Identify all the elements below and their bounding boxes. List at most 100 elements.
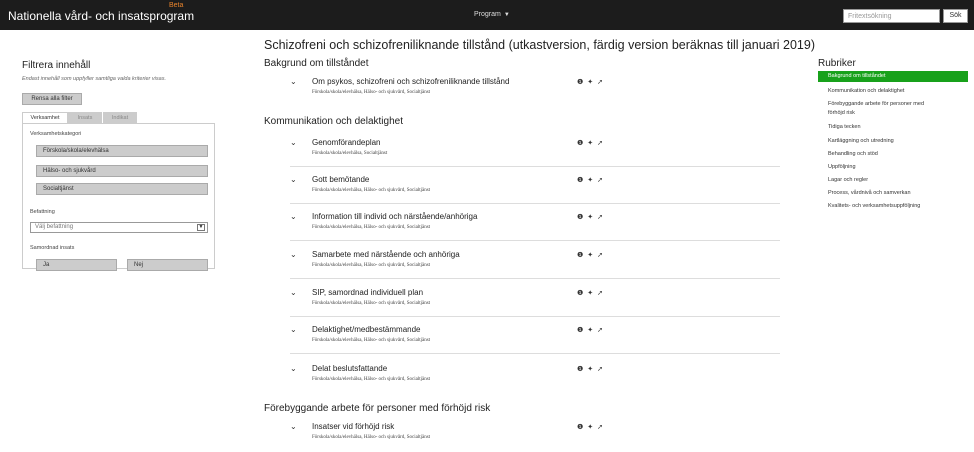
content-item[interactable]: ⌄ Gott bemötande Förskola/skola/elevhäls… — [290, 175, 790, 205]
chevron-down-icon[interactable]: ⌄ — [290, 250, 297, 259]
category-label: Verksamhetskategori — [30, 131, 82, 137]
item-title[interactable]: Gott bemötande — [312, 175, 369, 184]
pin-icon[interactable]: ✦ — [587, 327, 594, 334]
content-item[interactable]: ⌄ Om psykos, schizofreni och schizofreni… — [290, 77, 790, 107]
chevron-down-icon[interactable]: ⌄ — [290, 212, 297, 221]
pin-icon[interactable]: ✦ — [587, 424, 594, 431]
pin-icon[interactable]: ✦ — [587, 140, 594, 147]
share-icon[interactable]: ➚ — [597, 79, 604, 86]
pin-icon[interactable]: ✦ — [587, 290, 594, 297]
item-subtitle: Förskola/skola/elevhälsa, Hälso- och sju… — [312, 90, 431, 95]
info-icon[interactable]: ❶ — [577, 290, 584, 297]
role-select[interactable]: Välj befattning ▼ — [30, 222, 208, 233]
caret-down-icon: ▼ — [503, 12, 510, 18]
content-item[interactable]: ⌄ Information till individ och närståend… — [290, 212, 790, 242]
info-icon[interactable]: ❶ — [577, 214, 584, 221]
filter-title: Filtrera innehåll — [22, 60, 91, 71]
divider — [290, 353, 780, 354]
share-icon[interactable]: ➚ — [597, 424, 604, 431]
program-menu[interactable]: Program ▼ — [474, 11, 510, 18]
site-brand[interactable]: Nationella vård- och insatsprogram — [8, 9, 194, 23]
item-title[interactable]: Genomförandeplan — [312, 138, 381, 147]
item-actions: ❶ ✦ ➚ — [577, 423, 604, 431]
info-icon[interactable]: ❶ — [577, 366, 584, 373]
chevron-down-icon[interactable]: ⌄ — [290, 364, 297, 373]
filter-category-button[interactable]: Förskola/skola/elevhälsa — [36, 145, 208, 157]
rubrik-link[interactable]: Uppföljning — [828, 164, 856, 170]
info-icon[interactable]: ❶ — [577, 79, 584, 86]
chevron-down-icon[interactable]: ⌄ — [290, 325, 297, 334]
rubrik-link[interactable]: Tidiga tecken — [828, 124, 861, 130]
chevron-down-icon[interactable]: ⌄ — [290, 288, 297, 297]
info-icon[interactable]: ❶ — [577, 252, 584, 259]
filter-category-button[interactable]: Socialtjänst — [36, 183, 208, 195]
search-button[interactable]: Sök — [943, 9, 968, 23]
role-label: Befattning — [30, 209, 55, 215]
content-item[interactable]: ⌄ Samarbete med närstående och anhöriga … — [290, 250, 790, 280]
content-item[interactable]: ⌄ SIP, samordnad individuell plan Försko… — [290, 288, 790, 318]
chevron-down-icon[interactable]: ⌄ — [290, 138, 297, 147]
filter-category-button[interactable]: Hälso- och sjukvård — [36, 165, 208, 177]
info-icon[interactable]: ❶ — [577, 424, 584, 431]
item-actions: ❶ ✦ ➚ — [577, 251, 604, 259]
pin-icon[interactable]: ✦ — [587, 177, 594, 184]
info-icon[interactable]: ❶ — [577, 177, 584, 184]
share-icon[interactable]: ➚ — [597, 140, 604, 147]
item-actions: ❶ ✦ ➚ — [577, 213, 604, 221]
share-icon[interactable]: ➚ — [597, 290, 604, 297]
pin-icon[interactable]: ✦ — [587, 252, 594, 259]
rubrik-link[interactable]: Behandling och stöd — [828, 151, 878, 157]
role-select-value: Välj befattning — [35, 224, 74, 230]
rubriker-title: Rubriker — [818, 58, 856, 69]
share-icon[interactable]: ➚ — [597, 327, 604, 334]
item-title[interactable]: Information till individ och närstående/… — [312, 212, 477, 221]
share-icon[interactable]: ➚ — [597, 252, 604, 259]
item-subtitle: Förskola/skola/elevhälsa, Socialtjänst — [312, 151, 388, 156]
section-heading: Förebyggande arbete för personer med för… — [264, 403, 491, 414]
chevron-down-icon[interactable]: ⌄ — [290, 422, 297, 431]
top-navbar: Nationella vård- och insatsprogram Beta … — [0, 0, 974, 30]
chevron-down-icon[interactable]: ⌄ — [290, 77, 297, 86]
pin-icon[interactable]: ✦ — [587, 214, 594, 221]
item-title[interactable]: Delaktighet/medbestämmande — [312, 325, 421, 334]
share-icon[interactable]: ➚ — [597, 214, 604, 221]
program-menu-label: Program — [474, 11, 501, 18]
section-heading: Bakgrund om tillståndet — [264, 58, 369, 69]
reset-filters-button[interactable]: Rensa alla filter — [22, 93, 82, 105]
coord-no-button[interactable]: Nej — [127, 259, 208, 271]
rubrik-link[interactable]: Förebyggande arbete för personer med — [828, 101, 924, 107]
rubrik-link[interactable]: Kvalitets- och verksamhetsuppföljning — [828, 203, 920, 209]
info-icon[interactable]: ❶ — [577, 327, 584, 334]
coord-yes-button[interactable]: Ja — [36, 259, 117, 271]
item-title[interactable]: Delat beslutsfattande — [312, 364, 387, 373]
pin-icon[interactable]: ✦ — [587, 366, 594, 373]
info-icon[interactable]: ❶ — [577, 140, 584, 147]
content-item[interactable]: ⌄ Delat beslutsfattande Förskola/skola/e… — [290, 364, 790, 394]
rubrik-link[interactable]: Kartläggning och utredning — [828, 138, 894, 144]
item-subtitle: Förskola/skola/elevhälsa, Hälso- och sju… — [312, 188, 431, 193]
item-actions: ❶ ✦ ➚ — [577, 289, 604, 297]
rubrik-link[interactable]: Process, vårdnivå och samverkan — [828, 190, 911, 196]
rubrik-link[interactable]: Kommunikation och delaktighet — [828, 88, 904, 94]
item-subtitle: Förskola/skola/elevhälsa, Hälso- och sju… — [312, 301, 431, 306]
chevron-down-icon[interactable]: ⌄ — [290, 175, 297, 184]
item-actions: ❶ ✦ ➚ — [577, 139, 604, 147]
rubrik-link[interactable]: förhöjd risk — [828, 110, 855, 116]
content-item[interactable]: ⌄ Delaktighet/medbestämmande Förskola/sk… — [290, 325, 790, 355]
item-actions: ❶ ✦ ➚ — [577, 176, 604, 184]
share-icon[interactable]: ➚ — [597, 177, 604, 184]
item-title[interactable]: SIP, samordnad individuell plan — [312, 288, 423, 297]
item-actions: ❶ ✦ ➚ — [577, 365, 604, 373]
rubrik-link[interactable]: Lagar och regler — [828, 177, 868, 183]
divider — [290, 203, 780, 204]
content-item[interactable]: ⌄ Genomförandeplan Förskola/skola/elevhä… — [290, 138, 790, 168]
rubrik-link-active[interactable]: Bakgrund om tillståndet — [818, 71, 968, 82]
item-subtitle: Förskola/skola/elevhälsa, Hälso- och sju… — [312, 435, 431, 440]
pin-icon[interactable]: ✦ — [587, 79, 594, 86]
item-title[interactable]: Insatser vid förhöjd risk — [312, 422, 394, 431]
search-input[interactable]: Fritextsökning — [843, 9, 940, 23]
item-title[interactable]: Om psykos, schizofreni och schizofrenili… — [312, 77, 509, 86]
item-subtitle: Förskola/skola/elevhälsa, Hälso- och sju… — [312, 377, 431, 382]
share-icon[interactable]: ➚ — [597, 366, 604, 373]
item-title[interactable]: Samarbete med närstående och anhöriga — [312, 250, 460, 259]
